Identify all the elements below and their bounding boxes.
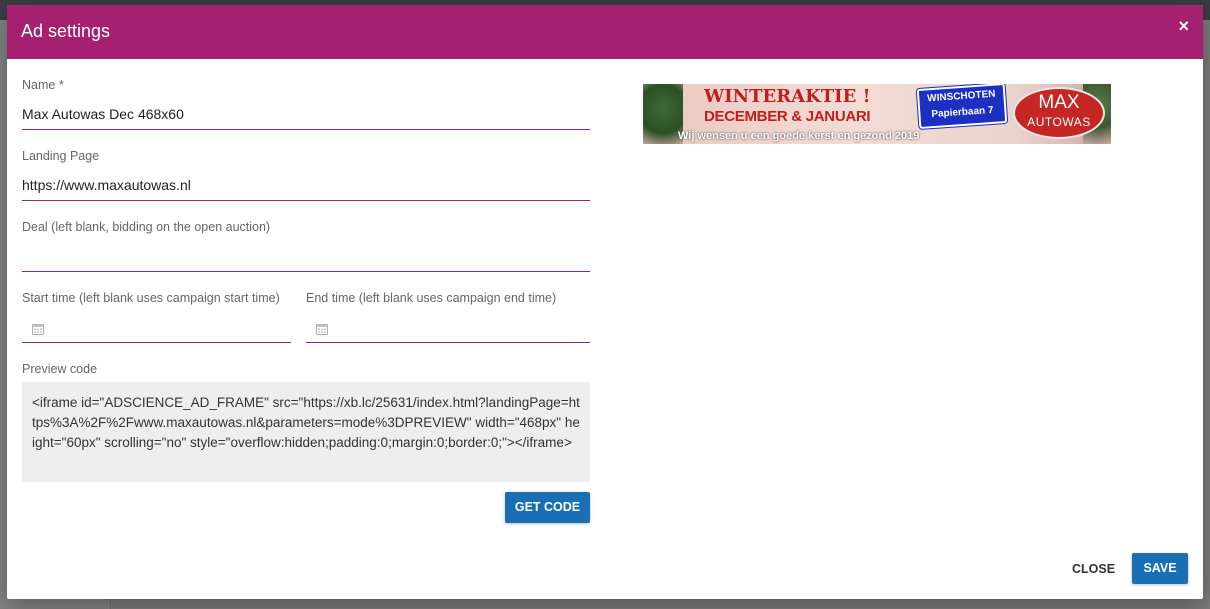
landing-page-input[interactable]: https://www.maxautowas.nl [22,177,191,193]
deal-label: Deal (left blank, bidding on the open au… [22,220,271,234]
ad-settings-dialog: Ad settings × Name * Max Autowas Dec 468… [7,5,1203,599]
start-time-label: Start time (left blank uses campaign sta… [22,291,280,305]
name-underline [22,129,590,130]
end-time-underline [306,342,590,343]
get-code-button[interactable]: GET CODE [505,492,590,523]
close-button[interactable]: CLOSE [1072,562,1115,576]
calendar-icon[interactable] [32,323,44,335]
landing-page-label: Landing Page [22,149,100,163]
banner-subheadline: DECEMBER & JANUARI [704,108,871,125]
road-sign: WINSCHOTEN Papierbaan 7 [915,84,1009,131]
preview-code-textarea[interactable]: <iframe id="ADSCIENCE_AD_FRAME" src="htt… [22,382,590,482]
preview-code-label: Preview code [22,362,98,376]
max-autowas-logo: MAX AUTOWAS [1013,87,1105,139]
start-time-underline [22,342,291,343]
dialog-header: Ad settings × [7,5,1203,59]
deal-input[interactable] [22,248,590,266]
name-input[interactable]: Max Autowas Dec 468x60 [22,106,184,122]
logo-line-2: AUTOWAS [1027,115,1091,129]
start-time-input[interactable] [49,321,289,339]
road-sign-city: WINSCHOTEN [926,88,996,105]
end-time-label: End time (left blank uses campaign end t… [306,291,557,305]
dialog-title: Ad settings [21,21,111,41]
deal-underline [22,271,590,272]
ad-banner-preview: WINTERAKTIE ! DECEMBER & JANUARI Wij wen… [643,84,1111,144]
banner-headline: WINTERAKTIE ! [704,86,871,107]
banner-tagline: Wij wensen u een goede kerst en gezond 2… [678,130,920,142]
end-time-input[interactable] [333,321,583,339]
calendar-icon[interactable] [316,323,328,335]
close-icon[interactable]: × [1178,16,1189,37]
name-label: Name * [22,78,64,92]
logo-line-1: MAX [1038,92,1080,113]
landing-page-underline [22,200,590,201]
christmas-tree-decoration [643,84,683,144]
road-sign-street: Papierbaan 7 [931,104,994,121]
save-button[interactable]: SAVE [1132,553,1188,584]
